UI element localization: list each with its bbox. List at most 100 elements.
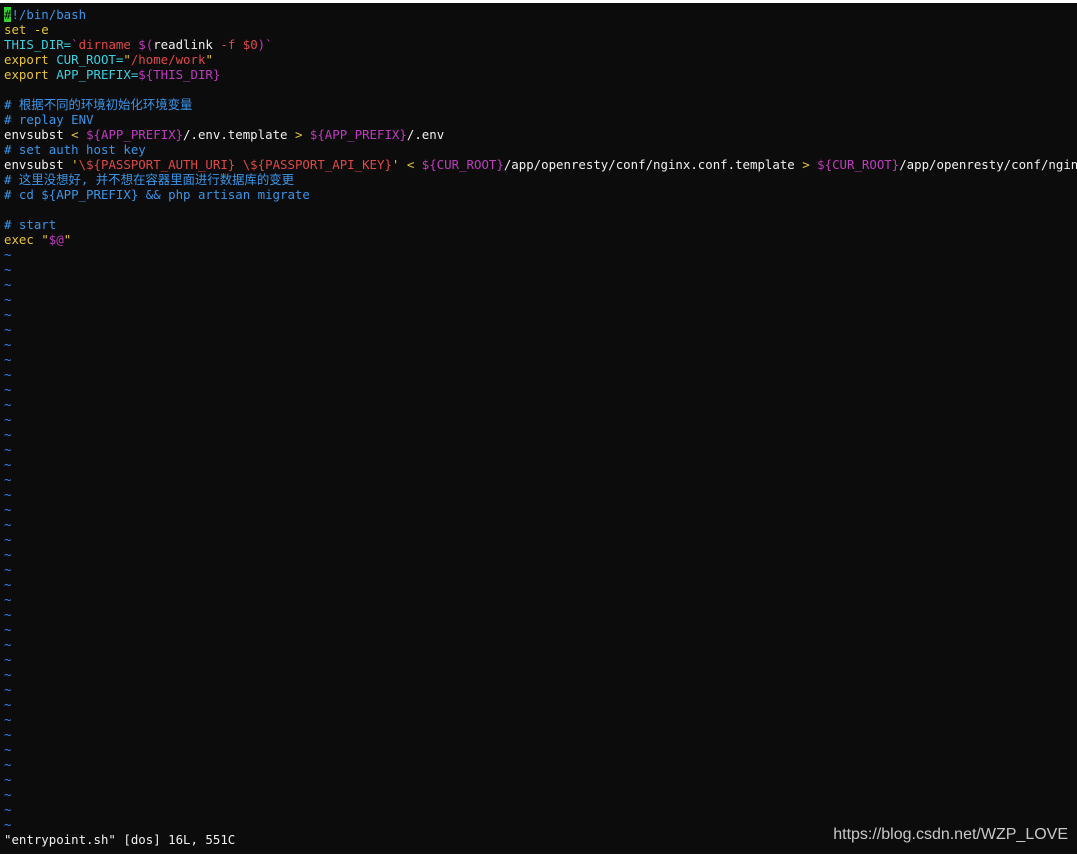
empty-line-tilde: ~	[4, 802, 12, 817]
code-token: '	[71, 157, 79, 172]
vim-buffer[interactable]: #!/bin/bash set -e THIS_DIR=`dirname $(rea…	[4, 7, 1077, 832]
code-token: "	[205, 52, 213, 67]
empty-line-tilde: ~	[4, 442, 12, 457]
code-token: !/bin/bash	[11, 7, 87, 22]
code-token: # replay ENV	[4, 112, 94, 127]
code-token: /app/openresty/conf/nginx.conf	[899, 157, 1077, 172]
empty-line-tilde: ~	[4, 502, 12, 517]
code-token: /.env.template	[183, 127, 295, 142]
empty-line-tilde: ~	[4, 517, 12, 532]
empty-line-tilde: ~	[4, 397, 12, 412]
code-token: THIS_DIR=	[4, 37, 72, 52]
code-token: "	[123, 52, 131, 67]
code-token: ${APP_PREFIX}	[309, 127, 407, 142]
code-token: # 根据不同的环境初始化环境变量	[4, 97, 193, 112]
code-token: APP_PREFIX=	[56, 67, 139, 82]
code-line: exec "$@"	[4, 232, 1077, 247]
code-line: # set auth host key	[4, 142, 1077, 157]
empty-line-tilde: ~	[4, 577, 12, 592]
empty-line-tilde: ~	[4, 382, 12, 397]
code-line: # replay ENV	[4, 112, 1077, 127]
empty-line-tilde: ~	[4, 532, 12, 547]
code-token: # cd ${APP_PREFIX} && php artisan migrat…	[4, 187, 310, 202]
code-token: ${CUR_ROOT}	[421, 157, 504, 172]
code-line: # start	[4, 217, 1077, 232]
empty-line-tilde: ~	[4, 667, 12, 682]
vim-status-line: "entrypoint.sh" [dos] 16L, 551C	[4, 832, 236, 847]
empty-line-tilde: ~	[4, 487, 12, 502]
code-token: '	[391, 157, 407, 172]
code-token: $(	[138, 37, 154, 52]
empty-line-tilde: ~	[4, 592, 12, 607]
empty-line-tilde: ~	[4, 682, 12, 697]
code-token: set -e	[4, 22, 49, 37]
empty-line-tilde: ~	[4, 622, 12, 637]
empty-line-tilde: ~	[4, 457, 12, 472]
code-token: `	[71, 37, 79, 52]
code-token: # 这里没想好, 并不想在容器里面进行数据库的变更	[4, 172, 295, 187]
empty-line-tilde: ~	[4, 292, 12, 307]
code-token: ${CUR_ROOT}	[817, 157, 900, 172]
code-line: # 这里没想好, 并不想在容器里面进行数据库的变更	[4, 172, 1077, 187]
code-line: export APP_PREFIX=${THIS_DIR}	[4, 67, 1077, 82]
empty-line-tilde: ~	[4, 772, 12, 787]
empty-line-tilde: ~	[4, 352, 12, 367]
empty-line-tilde: ~	[4, 562, 12, 577]
empty-line-tilde: ~	[4, 697, 12, 712]
code-token: ${APP_PREFIX}	[86, 127, 184, 142]
terminal-window[interactable]: #!/bin/bash set -e THIS_DIR=`dirname $(rea…	[0, 3, 1077, 854]
empty-line-tilde: ~	[4, 247, 12, 262]
empty-line-tilde: ~	[4, 472, 12, 487]
code-line: THIS_DIR=`dirname $(readlink -f $0)`	[4, 37, 1077, 52]
code-token: readlink	[153, 37, 221, 52]
code-line: envsubst '\${PASSPORT_AUTH_URI} \${PASSP…	[4, 157, 1077, 172]
code-token: /app/openresty/conf/nginx.conf.template	[503, 157, 803, 172]
code-token: dirname	[78, 37, 139, 52]
code-token: >	[802, 157, 818, 172]
code-token: export	[4, 52, 57, 67]
code-token: $@	[48, 232, 64, 247]
empty-line-tilde: ~	[4, 637, 12, 652]
code-token: <	[71, 127, 87, 142]
code-token: ${THIS_DIR}	[138, 67, 221, 82]
empty-line-tilde: ~	[4, 412, 12, 427]
code-token: envsubst	[4, 127, 72, 142]
code-token: \${PASSPORT_AUTH_URI} \${PASSPORT_API_KE…	[78, 157, 392, 172]
code-line: export CUR_ROOT="/home/work"	[4, 52, 1077, 67]
empty-line-tilde: ~	[4, 607, 12, 622]
code-token: -f $0	[220, 37, 258, 52]
code-token: exec	[4, 232, 42, 247]
empty-line-tilde: ~	[4, 652, 12, 667]
code-line: # 根据不同的环境初始化环境变量	[4, 97, 1077, 112]
empty-line-tilde: ~	[4, 427, 12, 442]
empty-line-tilde: ~	[4, 337, 12, 352]
empty-line-tilde: ~	[4, 307, 12, 322]
code-token: /home/work	[130, 52, 206, 67]
empty-line-tilde: ~	[4, 742, 12, 757]
empty-line-tilde: ~	[4, 322, 12, 337]
empty-line-tilde: ~	[4, 547, 12, 562]
code-token: >	[294, 127, 310, 142]
code-token: CUR_ROOT=	[56, 52, 124, 67]
code-token: )`	[257, 37, 273, 52]
empty-line-tilde: ~	[4, 787, 12, 802]
code-token: # start	[4, 217, 57, 232]
code-token: /.env	[406, 127, 445, 142]
code-token: # set auth host key	[4, 142, 146, 157]
empty-line-tilde: ~	[4, 262, 12, 277]
code-line: #!/bin/bash	[4, 7, 1077, 22]
code-line: set -e	[4, 22, 1077, 37]
watermark: https://blog.csdn.net/WZP_LOVE	[833, 826, 1068, 843]
empty-line-tilde: ~	[4, 757, 12, 772]
code-token: <	[406, 157, 422, 172]
empty-line-tilde: ~	[4, 277, 12, 292]
code-token: "	[63, 232, 72, 247]
code-line: envsubst < ${APP_PREFIX}/.env.template >…	[4, 127, 1077, 142]
code-token: export	[4, 67, 57, 82]
code-token: envsubst	[4, 157, 72, 172]
code-line: # cd ${APP_PREFIX} && php artisan migrat…	[4, 187, 1077, 202]
empty-line-tilde: ~	[4, 712, 12, 727]
empty-line-tilde: ~	[4, 727, 12, 742]
